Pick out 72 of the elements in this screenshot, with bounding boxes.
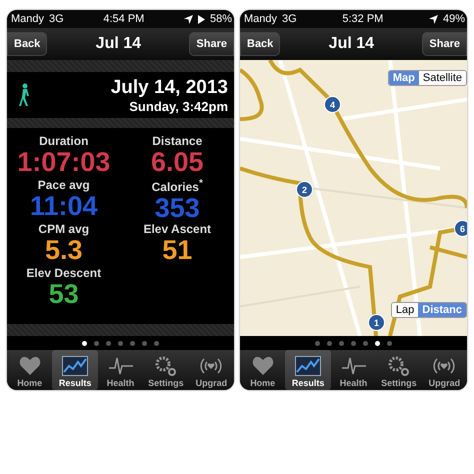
share-button[interactable]: Share (422, 32, 467, 56)
page-dot[interactable] (339, 340, 344, 346)
tab-bar-item[interactable]: Settings (143, 350, 189, 390)
nav-title: Jul 14 (328, 35, 374, 53)
stat-label: CPM avg (38, 222, 90, 236)
date-title: July 14, 2013 (110, 76, 228, 98)
page-dot[interactable] (375, 340, 380, 346)
carrier-name: Mandy (11, 13, 44, 25)
nav-title: Jul 14 (96, 35, 142, 53)
stat-label: Distance (152, 134, 202, 148)
stat-value: 53 (48, 280, 79, 308)
tab-bar-item[interactable]: Upgrad (422, 350, 467, 390)
stat-label: Pace avg (38, 178, 90, 192)
stat-value: 51 (162, 236, 192, 264)
page-dot[interactable] (351, 340, 356, 346)
stat-value: 5.3 (44, 236, 83, 264)
stat-label: Elev Descent (26, 266, 102, 280)
marker-type-tab[interactable]: Distanc (418, 303, 466, 317)
map-type-tab[interactable]: Satellite (418, 71, 466, 85)
stat-value: 11:04 (30, 192, 98, 220)
page-dot[interactable] (154, 340, 159, 346)
page-dot[interactable] (387, 340, 392, 346)
signal-heart-icon (432, 356, 456, 376)
battery-percent: 49% (442, 13, 465, 25)
page-dot[interactable] (130, 340, 135, 346)
page-dot[interactable] (118, 340, 123, 346)
heart-icon (252, 356, 274, 376)
walker-icon (19, 83, 31, 107)
tab-bar-item[interactable]: Home (7, 350, 52, 390)
heart-icon (18, 356, 41, 376)
location-icon (428, 14, 438, 24)
page-dot[interactable] (363, 340, 368, 346)
stat-label: Elev Ascent (143, 222, 212, 236)
weekday-time: Sunday, 3:42pm (129, 98, 228, 114)
back-button[interactable]: Back (240, 32, 280, 56)
gears-icon (388, 356, 410, 376)
chart-icon (295, 356, 322, 376)
stat-value: 1:07:03 (17, 148, 110, 176)
page-dot[interactable] (82, 340, 87, 346)
status-time: 5:32 PM (342, 13, 384, 25)
tab-bar-item[interactable]: Health (98, 350, 144, 390)
marker-type-tab[interactable]: Lap (392, 303, 418, 317)
chart-icon (62, 356, 88, 376)
play-icon (198, 14, 205, 24)
page-dot[interactable] (142, 340, 147, 346)
pulse-icon (342, 356, 366, 376)
share-button[interactable]: Share (189, 32, 234, 56)
stat-label: Calories$^{*}$ (152, 178, 203, 194)
stat-label: Duration (39, 134, 88, 148)
signal-heart-icon (199, 356, 224, 376)
network-type: 3G (282, 13, 297, 25)
location-icon (184, 14, 193, 24)
battery-percent: 58% (210, 13, 232, 25)
tab-bar-item[interactable]: Results (52, 350, 98, 390)
tab-bar-item[interactable]: Results (285, 350, 331, 390)
tab-bar-item[interactable]: Home (240, 350, 286, 390)
carrier-name: Mandy (244, 13, 278, 25)
page-dot[interactable] (327, 340, 332, 346)
page-dot[interactable] (94, 340, 99, 346)
map-type-tab[interactable]: Map (388, 71, 419, 85)
stat-value: 353 (154, 194, 200, 222)
tab-bar-item[interactable]: Settings (376, 350, 422, 390)
network-type: 3G (49, 13, 64, 25)
stat-value: 6.05 (150, 148, 204, 176)
tab-bar-item[interactable]: Health (330, 350, 376, 390)
page-dot[interactable] (106, 340, 111, 346)
page-dot[interactable] (315, 340, 320, 346)
gears-icon (154, 356, 177, 376)
back-button[interactable]: Back (7, 32, 48, 56)
pulse-icon (108, 356, 133, 376)
status-time: 4:54 PM (103, 13, 144, 25)
tab-bar-item[interactable]: Upgrad (188, 350, 234, 390)
